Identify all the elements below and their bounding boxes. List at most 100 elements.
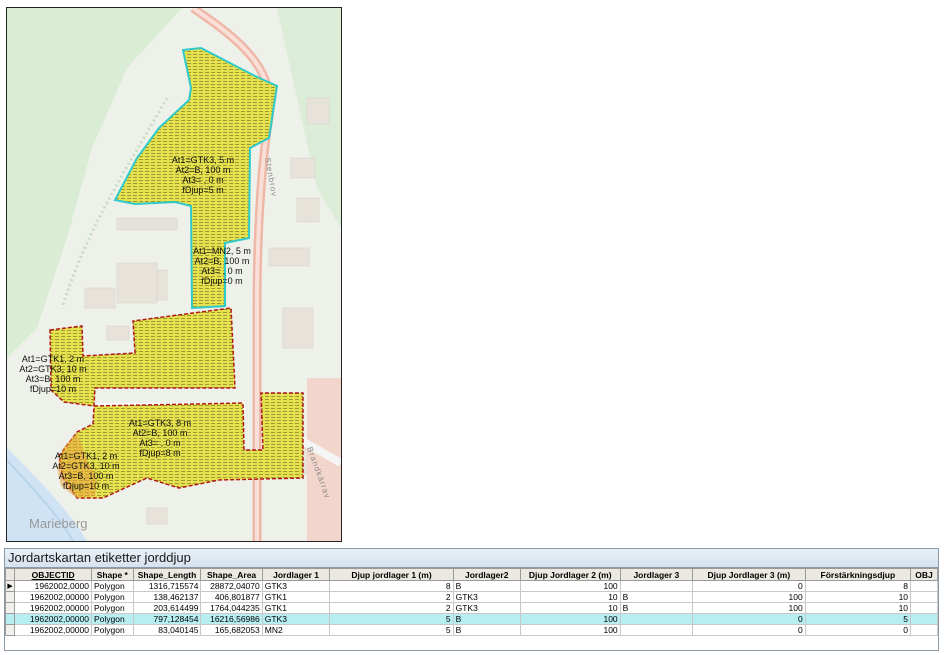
cell-objectid[interactable]: 1962002,00000 (14, 624, 92, 636)
row-selector[interactable] (5, 602, 16, 614)
cell-obj[interactable] (910, 602, 938, 614)
column-header[interactable]: Jordlager 1 (261, 568, 331, 581)
row-selector[interactable] (5, 613, 16, 625)
cell-shape-length[interactable]: 1316,715574 (132, 580, 202, 592)
cell-djup1[interactable]: 8 (329, 580, 454, 592)
cell-jordlager1[interactable]: GTK1 (261, 591, 331, 603)
column-header[interactable]: Jordlager 3 (619, 568, 694, 581)
column-header[interactable]: Djup Jordlager 2 (m) (519, 568, 621, 581)
cell-djup3[interactable]: 0 (692, 624, 806, 636)
cell-forstarkningsdjup[interactable]: 0 (804, 624, 912, 636)
cell-forstarkningsdjup[interactable]: 10 (804, 602, 912, 614)
map-canvas[interactable]: Stenbrov Brandkärrav Marieberg At1=GTK3,… (7, 8, 341, 541)
cell-obj[interactable] (910, 624, 938, 636)
table-title: Jordartskartan etiketter jorddjup (5, 549, 938, 568)
attribute-table: OBJECTID Shape * Shape_Length Shape_Area… (5, 568, 938, 636)
column-header[interactable]: Förstärkningsdjup (804, 568, 912, 581)
map-view[interactable]: Stenbrov Brandkärrav Marieberg At1=GTK3,… (6, 7, 342, 542)
cell-shape-area[interactable]: 16216,56986 (200, 613, 263, 625)
svg-text:At2=GTK3, 10 m: At2=GTK3, 10 m (19, 364, 86, 374)
svg-text:At1=GTK1, 2 m: At1=GTK1, 2 m (22, 354, 84, 364)
cell-jordlager2[interactable]: B (452, 624, 521, 636)
cell-jordlager1[interactable]: MN2 (261, 624, 331, 636)
cell-djup2[interactable]: 10 (519, 602, 621, 614)
cell-jordlager2[interactable]: GTK3 (452, 602, 521, 614)
cell-jordlager3[interactable] (619, 624, 694, 636)
svg-text:At1=GTK3, 8 m: At1=GTK3, 8 m (129, 418, 191, 428)
cell-djup1[interactable]: 5 (329, 624, 454, 636)
cell-shape-length[interactable]: 203,614499 (132, 602, 202, 614)
cell-shape-area[interactable]: 165,682053 (200, 624, 263, 636)
table-row-highlighted[interactable]: 1962002,00000 Polygon 797,128454 16216,5… (5, 613, 938, 625)
cell-shape-area[interactable]: 406,801877 (200, 591, 263, 603)
cell-forstarkningsdjup[interactable]: 10 (804, 591, 912, 603)
svg-text:At3=B, 100 m: At3=B, 100 m (26, 374, 81, 384)
cell-shape-area[interactable]: 28872,04070 (200, 580, 263, 592)
cell-forstarkningsdjup[interactable]: 5 (804, 613, 912, 625)
table-row[interactable]: 1962002,00000 Polygon 138,462137 406,801… (5, 591, 938, 603)
table-row[interactable]: ▶ 1962002,0000 Polygon 1316,715574 28872… (5, 580, 938, 592)
svg-text:At1=GTK1, 2 m: At1=GTK1, 2 m (55, 451, 117, 461)
svg-text:fDjup=8 m: fDjup=8 m (139, 448, 180, 458)
cell-djup3[interactable]: 0 (692, 580, 806, 592)
table-row[interactable]: 1962002,00000 Polygon 83,040145 165,6820… (5, 624, 938, 636)
cell-djup2[interactable]: 100 (519, 580, 621, 592)
cell-shape[interactable]: Polygon (90, 580, 134, 592)
cell-obj[interactable] (910, 591, 938, 603)
table-row[interactable]: 1962002,00000 Polygon 203,614499 1764,04… (5, 602, 938, 614)
cell-shape[interactable]: Polygon (90, 591, 134, 603)
column-header[interactable]: Djup jordlager 1 (m) (329, 568, 454, 581)
cell-shape[interactable]: Polygon (90, 624, 134, 636)
cell-jordlager2[interactable]: GTK3 (452, 591, 521, 603)
cell-djup1[interactable]: 2 (329, 591, 454, 603)
cell-jordlager3[interactable] (619, 580, 694, 592)
cell-djup1[interactable]: 2 (329, 602, 454, 614)
cell-obj[interactable] (910, 613, 938, 625)
cell-djup3[interactable]: 0 (692, 613, 806, 625)
cell-forstarkningsdjup[interactable]: 8 (804, 580, 912, 592)
cell-obj[interactable] (910, 580, 938, 592)
column-header[interactable]: OBJ (910, 568, 938, 581)
cell-objectid[interactable]: 1962002,00000 (14, 613, 92, 625)
cell-djup1[interactable]: 5 (329, 613, 454, 625)
svg-text:At2=GTK3, 10 m: At2=GTK3, 10 m (52, 461, 119, 471)
cell-djup2[interactable]: 100 (519, 613, 621, 625)
svg-text:At2=B, 100 m: At2=B, 100 m (176, 165, 231, 175)
column-header[interactable]: Shape_Area (200, 568, 263, 581)
cell-jordlager3[interactable]: B (619, 591, 694, 603)
column-header[interactable]: Shape_Length (132, 568, 202, 581)
cell-objectid[interactable]: 1962002,00000 (14, 602, 92, 614)
cell-objectid[interactable]: 1962002,00000 (14, 591, 92, 603)
column-header[interactable]: Jordlager2 (452, 568, 521, 581)
svg-text:fDjup=5 m: fDjup=5 m (182, 185, 223, 195)
column-header[interactable]: Shape * (90, 568, 134, 581)
cell-objectid[interactable]: 1962002,0000 (14, 580, 92, 592)
cell-jordlager1[interactable]: GTK3 (261, 613, 331, 625)
cell-jordlager1[interactable]: GTK3 (261, 580, 331, 592)
cell-djup3[interactable]: 100 (692, 591, 806, 603)
svg-text:At3= , 0 m: At3= , 0 m (201, 266, 242, 276)
cell-shape[interactable]: Polygon (90, 602, 134, 614)
cell-shape-length[interactable]: 83,040145 (132, 624, 202, 636)
table-header-row: OBJECTID Shape * Shape_Length Shape_Area… (5, 568, 938, 581)
column-header[interactable]: OBJECTID (14, 568, 92, 581)
cell-jordlager2[interactable]: B (452, 580, 521, 592)
cell-djup3[interactable]: 100 (692, 602, 806, 614)
cell-shape-length[interactable]: 797,128454 (132, 613, 202, 625)
cell-jordlager2[interactable]: B (452, 613, 521, 625)
cell-shape[interactable]: Polygon (90, 613, 134, 625)
row-selector[interactable] (5, 591, 16, 603)
cell-shape-area[interactable]: 1764,044235 (200, 602, 263, 614)
cell-jordlager3[interactable]: B (619, 602, 694, 614)
cell-djup2[interactable]: 10 (519, 591, 621, 603)
cell-jordlager3[interactable] (619, 613, 694, 625)
column-header[interactable]: Djup Jordlager 3 (m) (692, 568, 806, 581)
cell-shape-length[interactable]: 138,462137 (132, 591, 202, 603)
cell-jordlager1[interactable]: GTK1 (261, 602, 331, 614)
row-selector-current-icon[interactable]: ▶ (5, 580, 16, 592)
row-selector-header (5, 568, 16, 581)
svg-text:At3=B, 100 m: At3=B, 100 m (59, 471, 114, 481)
row-selector[interactable] (5, 624, 16, 636)
annotation-2[interactable]: At1=MN2, 5 m At2=B, 100 m At3= , 0 m fDj… (193, 246, 251, 286)
cell-djup2[interactable]: 100 (519, 624, 621, 636)
